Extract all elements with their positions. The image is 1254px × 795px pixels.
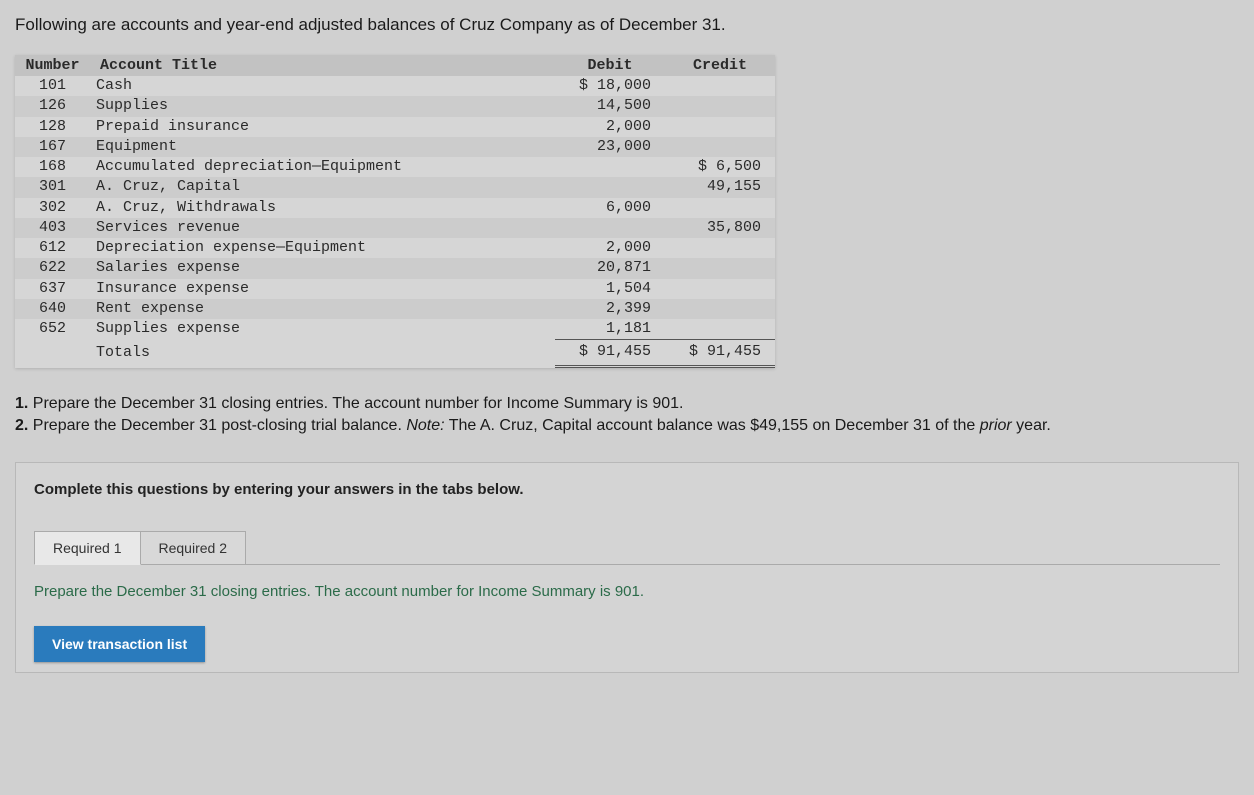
intro-text: Following are accounts and year-end adju… [15, 15, 1239, 35]
tabs-row: Required 1 Required 2 [34, 530, 1220, 565]
row-number: 167 [15, 137, 90, 157]
row-debit: $ 18,000 [555, 76, 665, 96]
row-number: 126 [15, 96, 90, 116]
table-row: 302A. Cruz, Withdrawals6,000 [15, 198, 775, 218]
row-number: 640 [15, 299, 90, 319]
row-debit: 2,000 [555, 117, 665, 137]
row-number: 622 [15, 258, 90, 278]
q2-prior: prior [980, 417, 1012, 434]
row-credit [665, 117, 775, 137]
row-title: Services revenue [90, 218, 555, 238]
question-1: 1. Prepare the December 31 closing entri… [15, 393, 1239, 415]
header-number: Number [15, 55, 90, 76]
row-number: 637 [15, 279, 90, 299]
table-header-row: Number Account Title Debit Credit [15, 55, 775, 76]
totals-credit: $ 91,455 [665, 340, 775, 366]
tab-required-1[interactable]: Required 1 [34, 531, 141, 565]
row-debit: 1,504 [555, 279, 665, 299]
row-number: 612 [15, 238, 90, 258]
row-credit [665, 198, 775, 218]
table-row: 301A. Cruz, Capital 49,155 [15, 177, 775, 197]
table-row: 652Supplies expense1,181 [15, 319, 775, 340]
row-credit: 35,800 [665, 218, 775, 238]
row-credit [665, 279, 775, 299]
row-credit: $ 6,500 [665, 157, 775, 177]
q2-note-label: Note: [406, 417, 444, 434]
tab-instruction: Prepare the December 31 closing entries.… [34, 583, 1220, 600]
row-number: 101 [15, 76, 90, 96]
q2-prefix: 2. [15, 417, 33, 434]
trial-balance-table: Number Account Title Debit Credit 101Cas… [15, 55, 775, 368]
view-transaction-list-button[interactable]: View transaction list [34, 626, 205, 662]
instructions-block: 1. Prepare the December 31 closing entri… [15, 393, 1239, 438]
row-number: 128 [15, 117, 90, 137]
row-number: 403 [15, 218, 90, 238]
row-debit: 1,181 [555, 319, 665, 340]
row-number: 168 [15, 157, 90, 177]
row-credit [665, 96, 775, 116]
row-number: 301 [15, 177, 90, 197]
row-title: A. Cruz, Withdrawals [90, 198, 555, 218]
table-row: 612Depreciation expense—Equipment2,000 [15, 238, 775, 258]
table-row: 128Prepaid insurance2,000 [15, 117, 775, 137]
q1-prefix: 1. [15, 395, 33, 412]
row-title: Salaries expense [90, 258, 555, 278]
row-debit [555, 218, 665, 238]
table-row: 622Salaries expense20,871 [15, 258, 775, 278]
row-title: Supplies [90, 96, 555, 116]
row-debit [555, 177, 665, 197]
header-title: Account Title [90, 55, 555, 76]
row-debit [555, 157, 665, 177]
row-credit [665, 137, 775, 157]
table-row: 126Supplies14,500 [15, 96, 775, 116]
question-2: 2. Prepare the December 31 post-closing … [15, 415, 1239, 437]
row-title: Supplies expense [90, 319, 555, 340]
row-debit: 2,000 [555, 238, 665, 258]
row-credit [665, 319, 775, 340]
row-debit: 2,399 [555, 299, 665, 319]
row-title: Equipment [90, 137, 555, 157]
q1-text: Prepare the December 31 closing entries.… [33, 395, 684, 412]
row-number: 652 [15, 319, 90, 340]
row-title: Accumulated depreciation—Equipment [90, 157, 555, 177]
row-title: Prepaid insurance [90, 117, 555, 137]
row-title: A. Cruz, Capital [90, 177, 555, 197]
table-row: 168Accumulated depreciation—Equipment $ 6… [15, 157, 775, 177]
row-credit [665, 299, 775, 319]
tab-required-2[interactable]: Required 2 [140, 531, 247, 564]
complete-text: Complete this questions by entering your… [34, 481, 1220, 498]
table-row: 101Cash$ 18,000 [15, 76, 775, 96]
row-title: Depreciation expense—Equipment [90, 238, 555, 258]
row-debit: 20,871 [555, 258, 665, 278]
row-debit: 6,000 [555, 198, 665, 218]
row-credit [665, 258, 775, 278]
row-number: 302 [15, 198, 90, 218]
row-title: Rent expense [90, 299, 555, 319]
row-title: Cash [90, 76, 555, 96]
table-row: 637Insurance expense1,504 [15, 279, 775, 299]
table-row: 403Services revenue 35,800 [15, 218, 775, 238]
q2-text-a: Prepare the December 31 post-closing tri… [33, 417, 407, 434]
row-credit: 49,155 [665, 177, 775, 197]
totals-row: Totals$ 91,455$ 91,455 [15, 340, 775, 366]
q2-text-c: year. [1012, 417, 1051, 434]
row-debit: 14,500 [555, 96, 665, 116]
totals-blank [15, 340, 90, 366]
answer-panel: Complete this questions by entering your… [15, 462, 1239, 673]
table-row: 167Equipment23,000 [15, 137, 775, 157]
row-credit [665, 238, 775, 258]
row-debit: 23,000 [555, 137, 665, 157]
totals-debit: $ 91,455 [555, 340, 665, 366]
totals-label: Totals [90, 340, 555, 366]
table-row: 640Rent expense2,399 [15, 299, 775, 319]
row-credit [665, 76, 775, 96]
q2-text-b: The A. Cruz, Capital account balance was… [445, 417, 980, 434]
row-title: Insurance expense [90, 279, 555, 299]
header-credit: Credit [665, 55, 775, 76]
header-debit: Debit [555, 55, 665, 76]
